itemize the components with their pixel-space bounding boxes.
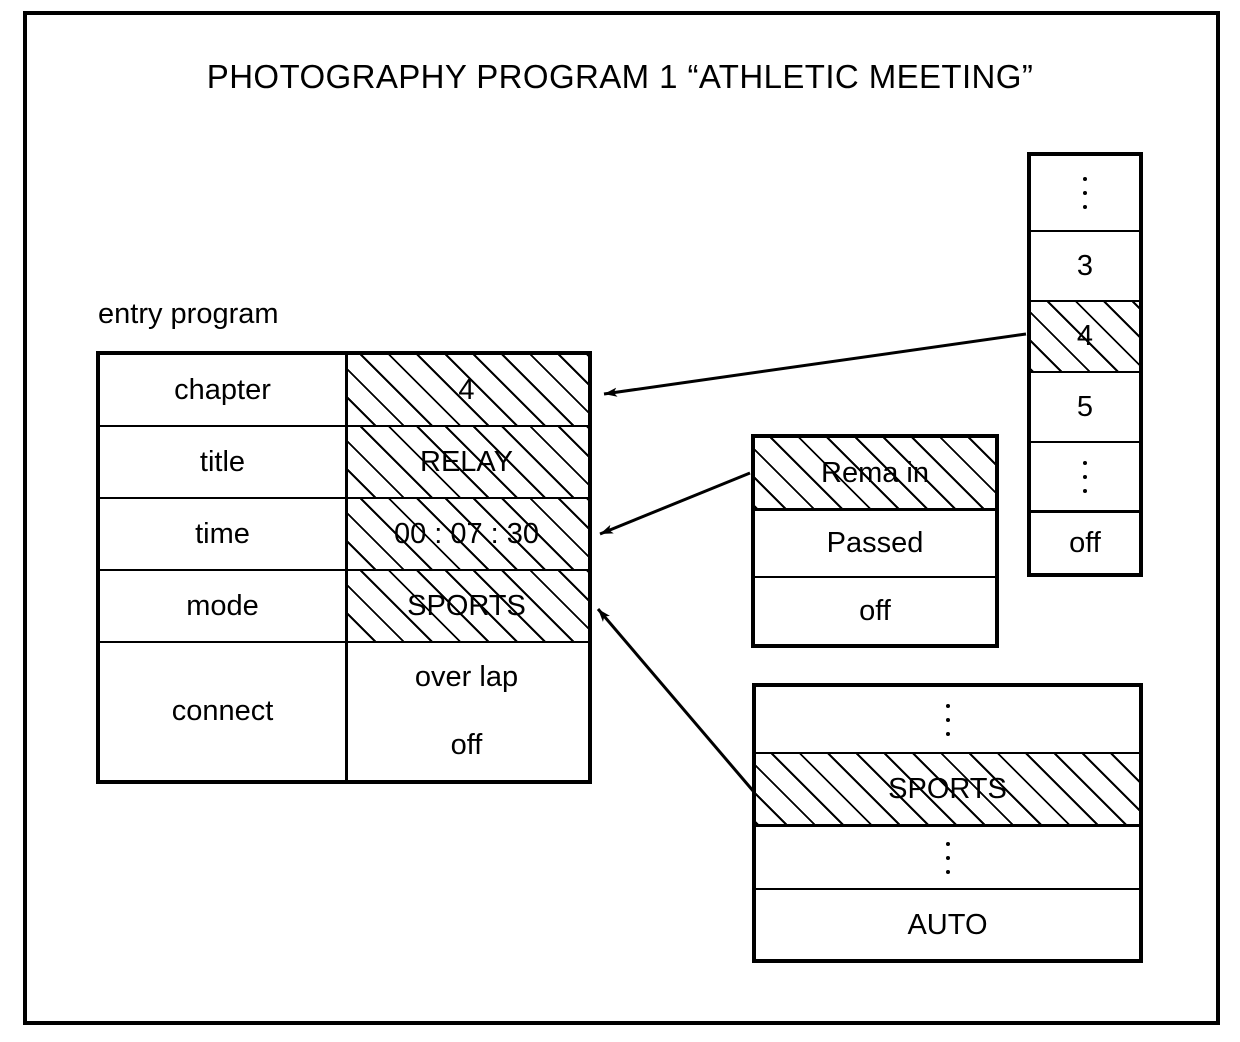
chapter-list-item-off[interactable]: off xyxy=(1031,513,1139,573)
time-list-item-remain-selected[interactable]: Rema in xyxy=(755,438,995,511)
mode-list-item-ellipsis-bottom xyxy=(756,827,1139,890)
entry-program-label: entry program xyxy=(98,298,279,330)
table-row-chapter[interactable]: chapter 4 xyxy=(100,355,588,427)
time-list-item-passed-text: Passed xyxy=(826,527,924,559)
mode-dropdown-list[interactable]: SPORTS AUTO xyxy=(752,683,1143,963)
time-list-item-off[interactable]: off xyxy=(755,578,995,644)
row-value-chapter-text: 4 xyxy=(458,373,475,406)
page-title: PHOTOGRAPHY PROGRAM 1 “ATHLETIC MEETING” xyxy=(206,58,1034,95)
vertical-ellipsis-icon xyxy=(1083,172,1087,214)
row-value-title-text: RELAY xyxy=(420,445,513,478)
table-row-mode[interactable]: mode SPORTS xyxy=(100,571,588,643)
row-value-time-text: 00 : 07 : 30 xyxy=(393,517,540,550)
row-value-title[interactable]: RELAY xyxy=(345,427,588,497)
chapter-list-item-5[interactable]: 5 xyxy=(1031,373,1139,443)
chapter-list-item-5-text: 5 xyxy=(1076,390,1094,423)
chapter-list-item-3[interactable]: 3 xyxy=(1031,232,1139,302)
mode-list-item-auto[interactable]: AUTO xyxy=(756,890,1139,960)
chapter-list-item-ellipsis-top xyxy=(1031,156,1139,232)
vertical-ellipsis-icon xyxy=(945,699,950,741)
mode-list-item-auto-text: AUTO xyxy=(907,908,988,941)
row-value-time[interactable]: 00 : 07 : 30 xyxy=(345,499,588,569)
row-value-connect-overlap[interactable]: over lap xyxy=(345,643,588,713)
row-value-mode[interactable]: SPORTS xyxy=(345,571,588,641)
time-list-item-off-text: off xyxy=(859,594,891,627)
row-value-connect-off-text: off xyxy=(450,729,483,761)
time-display-dropdown-list[interactable]: Rema in Passed off xyxy=(751,434,999,648)
vertical-ellipsis-icon xyxy=(1083,456,1087,498)
row-value-chapter[interactable]: 4 xyxy=(345,355,588,425)
row-label-title: title xyxy=(100,427,345,497)
table-row-title[interactable]: title RELAY xyxy=(100,427,588,499)
time-list-item-remain-text: Rema in xyxy=(821,456,929,489)
entry-program-table: chapter 4 title RELAY time 00 : 07 : 30 … xyxy=(96,351,592,784)
figure-canvas: PHOTOGRAPHY PROGRAM 1 “ATHLETIC MEETING”… xyxy=(0,0,1240,1042)
row-label-connect: connect xyxy=(100,643,345,780)
row-value-connect-off[interactable]: off xyxy=(345,711,588,780)
chapter-list-item-4-selected[interactable]: 4 xyxy=(1031,302,1139,373)
row-value-mode-text: SPORTS xyxy=(407,589,526,622)
chapter-list-item-off-text: off xyxy=(1069,526,1101,559)
vertical-ellipsis-icon xyxy=(945,837,950,879)
row-value-connect-overlap-text: over lap xyxy=(414,660,519,693)
table-row-time[interactable]: time 00 : 07 : 30 xyxy=(100,499,588,571)
row-label-chapter: chapter xyxy=(100,355,345,425)
time-list-item-passed[interactable]: Passed xyxy=(755,511,995,578)
mode-list-item-ellipsis-top xyxy=(756,687,1139,754)
table-column-divider xyxy=(345,355,348,780)
chapter-list-item-3-text: 3 xyxy=(1076,249,1094,282)
chapter-list-item-4-text: 4 xyxy=(1076,320,1094,352)
chapter-dropdown-list[interactable]: 3 4 5 off xyxy=(1027,152,1143,577)
row-label-time: time xyxy=(100,499,345,569)
mode-list-item-sports-selected[interactable]: SPORTS xyxy=(756,754,1139,827)
mode-list-item-sports-text: SPORTS xyxy=(888,772,1007,805)
chapter-list-item-ellipsis-bottom xyxy=(1031,443,1139,513)
row-label-mode: mode xyxy=(100,571,345,641)
